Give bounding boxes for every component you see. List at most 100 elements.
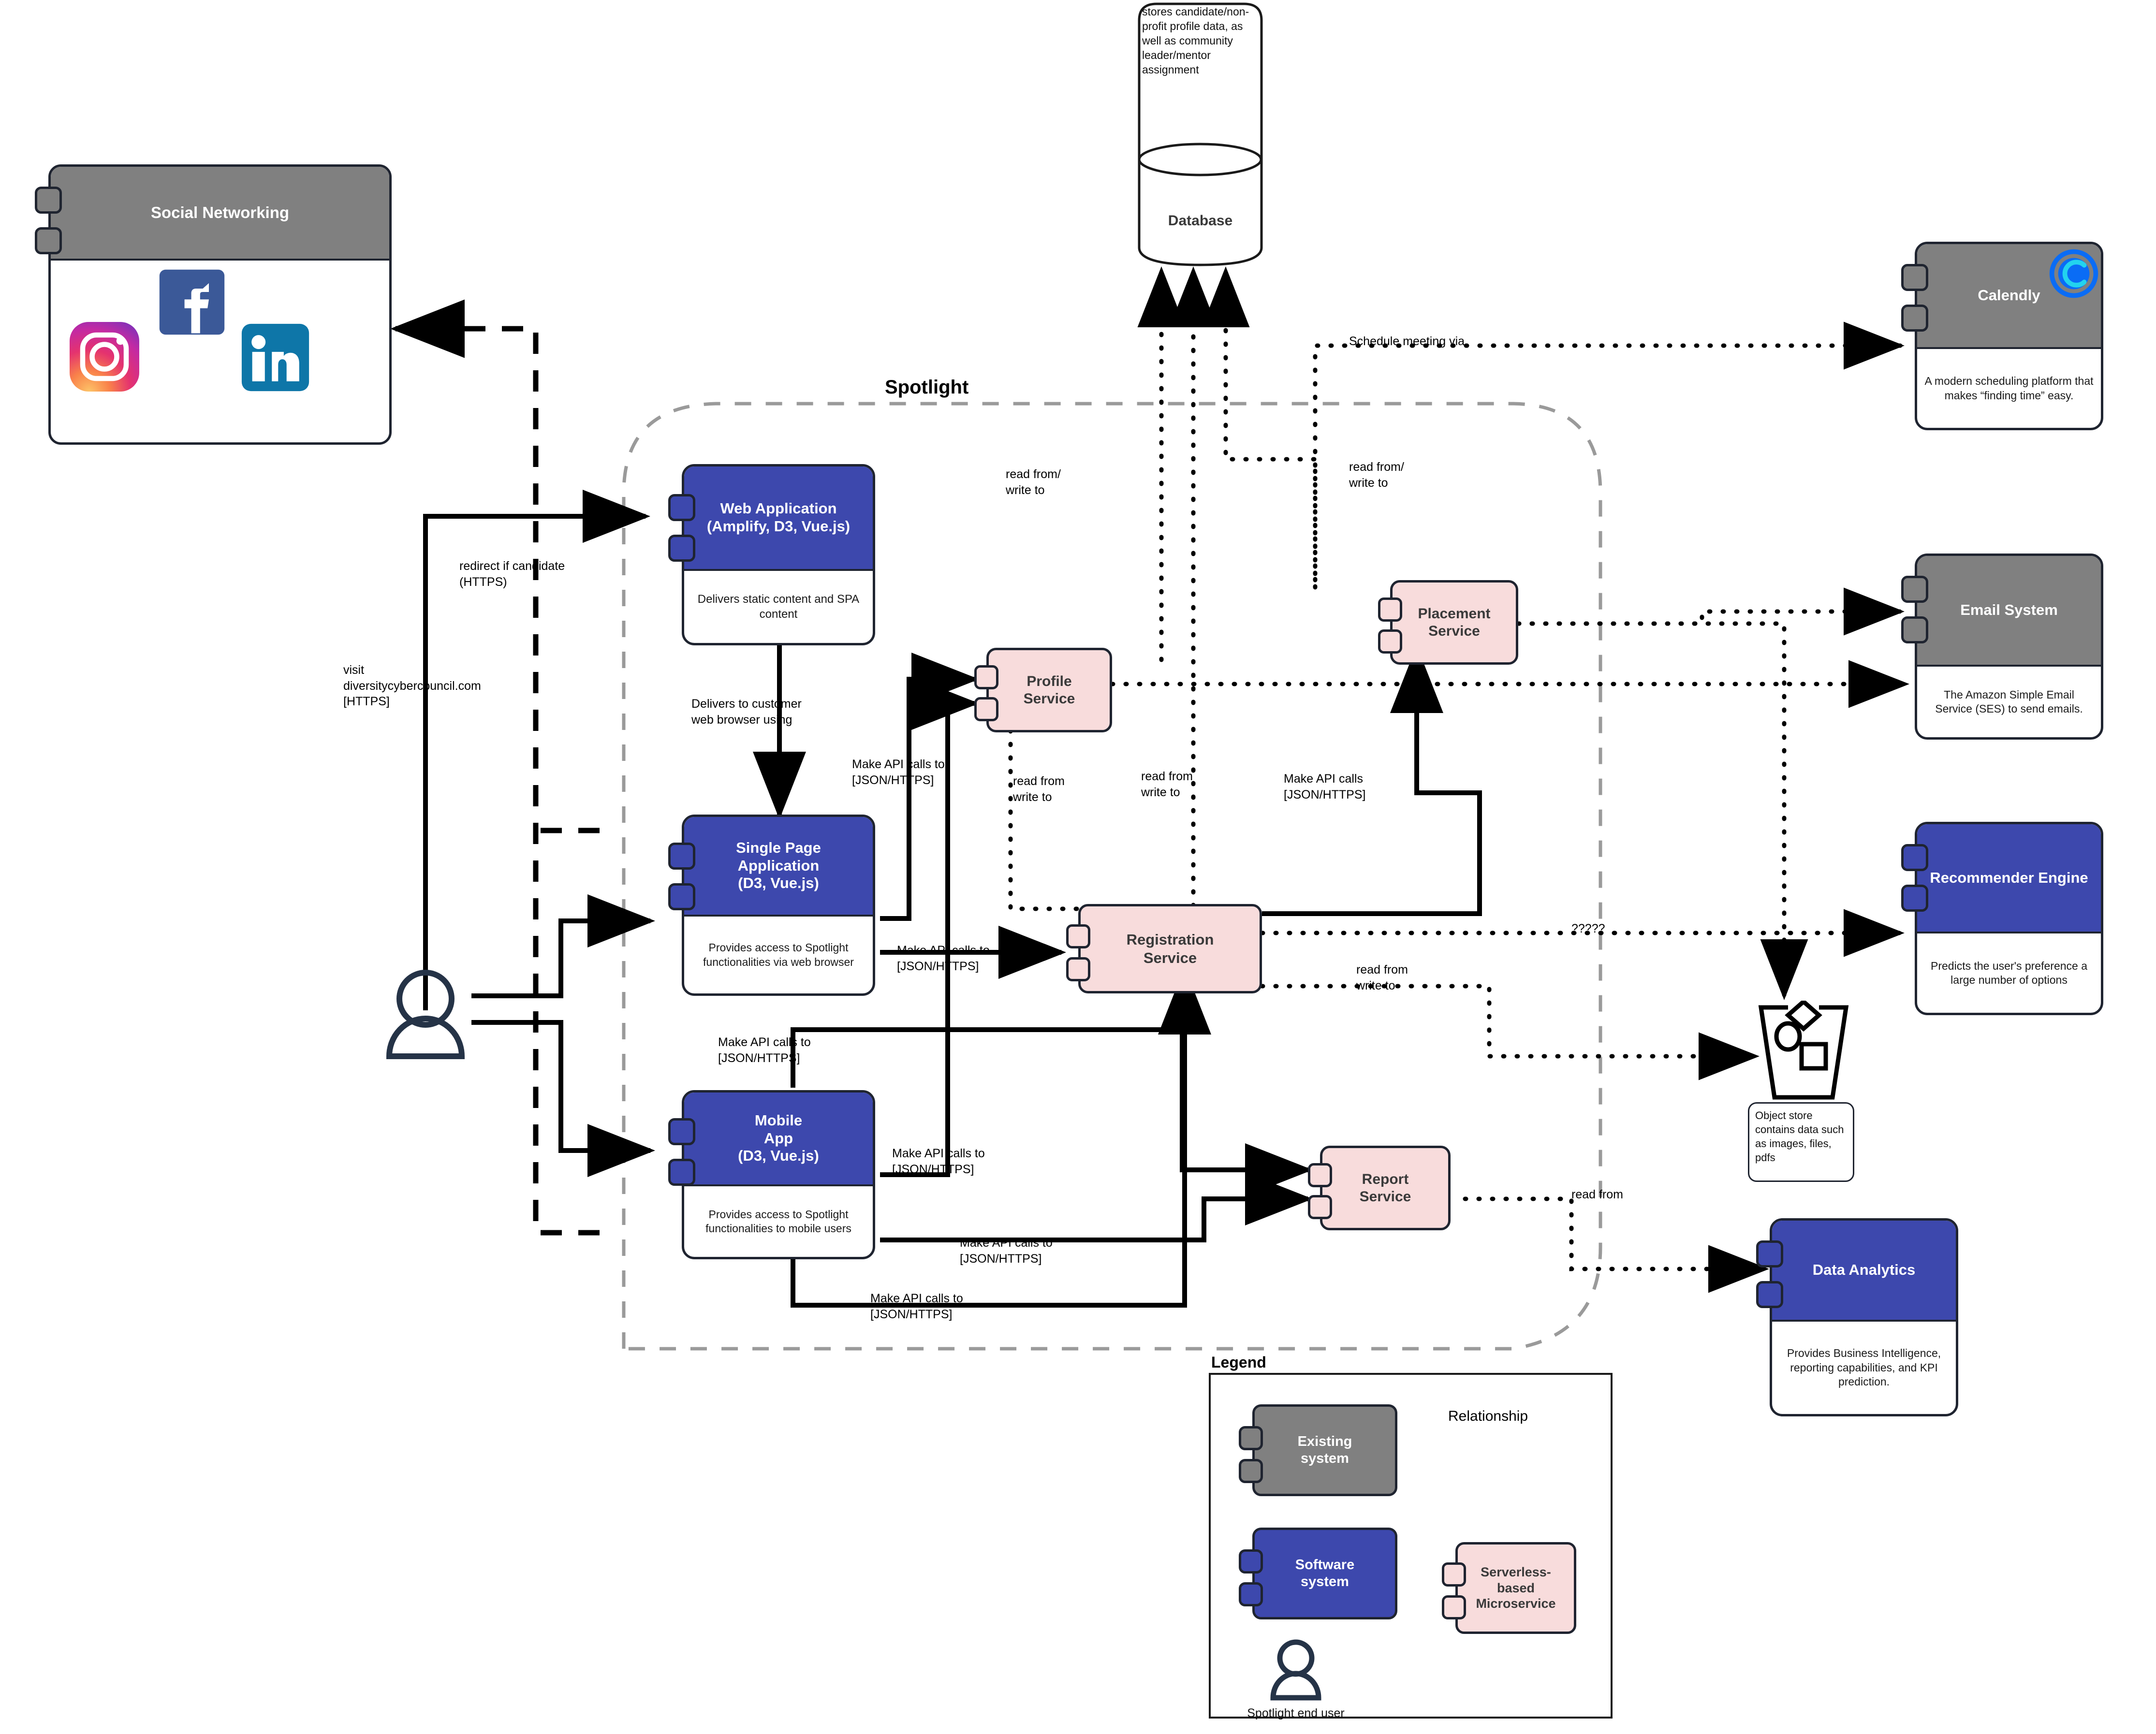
legend-software-nub-top <box>1239 1549 1263 1574</box>
edge-spa-profile <box>880 653 979 921</box>
architecture-diagram: stores candidate/non-profit profile data… <box>0 0 2156 1734</box>
legend-software-nub-bottom <box>1239 1582 1263 1606</box>
edge-placement-objectstore <box>1516 621 1808 1000</box>
legend-title: Legend <box>1211 1354 1266 1371</box>
database-note: stores candidate/non-profit profile data… <box>1142 5 1249 76</box>
data-analytics-title: Data Analytics <box>1772 1221 1956 1322</box>
microservice-report-service[interactable]: Report Service <box>1308 1146 1451 1230</box>
object-store-bucket-icon <box>1758 1001 1849 1100</box>
port-nub-top <box>1308 1163 1332 1187</box>
legend-existing-nub-bottom <box>1239 1459 1263 1483</box>
port-nub-top <box>1066 924 1090 948</box>
recommender-engine-description: Predicts the user's preference a large n… <box>1931 959 2087 986</box>
label-api-mobile-registration-top: Make API calls to [JSON/HTTPS] <box>718 1035 811 1065</box>
label-report-read-from: read from <box>1571 1188 1623 1201</box>
label-api-spa-profile: Make API calls to [JSON/HTTPS] <box>852 758 945 787</box>
linkedin-logo <box>241 323 309 392</box>
social-networking-body: Social Networking <box>48 164 392 445</box>
external-system-data-analytics[interactable]: Data Analytics Provides Business Intelli… <box>1756 1218 1958 1416</box>
label-unknown-relationship: ????? <box>1571 922 1605 935</box>
port-nub-bottom <box>1756 1281 1783 1308</box>
report-service-title: Report Service <box>1320 1146 1451 1230</box>
port-nub-bottom <box>1066 957 1090 981</box>
object-store-note: Object store contains data such as image… <box>1748 1102 1854 1182</box>
port-nub-bottom <box>1901 616 1928 643</box>
label-db-profile-down: read from write to <box>1013 774 1065 804</box>
edge-placement-email <box>1516 587 1905 636</box>
legend-existing-nub-top <box>1239 1426 1263 1450</box>
microservice-registration-service[interactable]: Registration Service <box>1066 904 1262 993</box>
legend-microservice-nub-top <box>1442 1562 1466 1587</box>
microservice-profile-service[interactable]: Profile Service <box>974 648 1112 732</box>
spotlight-boundary-title: Spotlight <box>885 377 969 398</box>
port-nub-top <box>668 494 695 521</box>
database-node: stores candidate/non-profit profile data… <box>1136 0 1264 268</box>
port-nub-bottom <box>668 1159 695 1186</box>
label-delivers-browser: Delivers to customer web browser using <box>691 697 802 727</box>
person-actor <box>386 970 465 1059</box>
data-analytics-description: Provides Business Intelligence, reportin… <box>1787 1347 1941 1388</box>
container-web-application[interactable]: Web Application (Amplify, D3, Vue.js) De… <box>668 464 875 645</box>
email-system-title: Email System <box>1917 556 2101 667</box>
microservice-placement-service[interactable]: Placement Service <box>1378 580 1518 665</box>
legend-software-system-label: Software system <box>1295 1557 1355 1589</box>
legend-software-system-chip: Software system <box>1252 1528 1397 1619</box>
label-db-registration-down: read from write to <box>1141 770 1193 799</box>
edge-user-spa <box>471 894 655 998</box>
web-application-body: Web Application (Amplify, D3, Vue.js) De… <box>682 464 875 645</box>
profile-service-title: Profile Service <box>986 648 1112 732</box>
port-nub-top <box>668 1118 695 1145</box>
external-system-email[interactable]: Email System The Amazon Simple Email Ser… <box>1901 554 2103 740</box>
container-mobile-app[interactable]: Mobile App (D3, Vue.js) Provides access … <box>668 1090 875 1259</box>
calendly-logo-icon <box>2049 249 2098 298</box>
mobile-app-description: Provides access to Spotlight functionali… <box>705 1208 851 1235</box>
legend-microservice-nub-bottom <box>1442 1595 1466 1619</box>
label-visit-site: visit diversitycybercouncil.com [HTTPS] <box>343 663 481 708</box>
facebook-logo <box>159 269 225 335</box>
port-nub-top <box>1378 597 1402 622</box>
port-nub-top <box>35 187 62 214</box>
label-api-spa-registration: Make API calls to [JSON/HTTPS] <box>897 944 990 973</box>
port-nub-bottom <box>35 227 62 254</box>
label-db-registration-store: read from write to <box>1356 963 1408 992</box>
external-system-recommender-engine[interactable]: Recommender Engine Predicts the user's p… <box>1901 822 2103 1015</box>
edge-registration-objectstore <box>1260 984 1760 1080</box>
container-single-page-application[interactable]: Single Page Application (D3, Vue.js) Pro… <box>668 815 875 996</box>
edge-report-analytics <box>1463 1196 1769 1293</box>
mobile-app-title: Mobile App (D3, Vue.js) <box>684 1093 873 1186</box>
legend-microservice-chip: Serverless- based Microservice <box>1455 1542 1576 1634</box>
label-db-profile: read from/ write to <box>1006 467 1061 497</box>
edge-user-mobile <box>471 1020 655 1177</box>
social-networking-logos <box>51 261 389 442</box>
label-api-mobile-profile: Make API calls to [JSON/HTTPS] <box>892 1147 985 1176</box>
recommender-engine-title: Recommender Engine <box>1917 824 2101 933</box>
web-application-title: Web Application (Amplify, D3, Vue.js) <box>684 466 873 571</box>
port-nub-top <box>1901 264 1928 291</box>
edge-user-webapp <box>423 490 650 1010</box>
label-api-mobile-registration-bottom: Make API calls to [JSON/HTTPS] <box>870 1292 963 1321</box>
legend-microservice-label: Serverless- based Microservice <box>1476 1565 1556 1611</box>
label-db-placement: read from/ write to <box>1349 460 1404 490</box>
external-system-calendly[interactable]: Calendly A modern scheduling platform th… <box>1901 242 2103 430</box>
legend-person-icon <box>1270 1639 1321 1701</box>
external-system-social-networking[interactable]: Social Networking <box>35 164 392 445</box>
legend-existing-system-label: Existing system <box>1297 1434 1352 1466</box>
port-nub-top <box>1901 844 1928 871</box>
data-analytics-body: Data Analytics Provides Business Intelli… <box>1770 1218 1958 1416</box>
label-redirect-candidate: redirect if candidate (HTTPS) <box>459 559 565 589</box>
port-nub-top <box>1901 576 1928 603</box>
edge-mobile-report-b <box>880 1172 1313 1242</box>
registration-service-title: Registration Service <box>1078 904 1262 993</box>
port-nub-bottom <box>668 535 695 562</box>
edge-placement-db <box>1202 266 1318 583</box>
port-nub-top <box>1756 1240 1783 1268</box>
instagram-logo <box>70 322 139 392</box>
legend-end-user-caption: Spotlight end user <box>1247 1706 1345 1720</box>
port-nub-top <box>974 665 998 689</box>
placement-service-title: Placement Service <box>1390 580 1518 665</box>
legend-relationship-title: Relationship <box>1448 1408 1528 1424</box>
port-nub-bottom <box>1901 885 1928 912</box>
web-application-description: Delivers static content and SPA content <box>697 592 860 621</box>
email-system-body: Email System The Amazon Simple Email Ser… <box>1915 554 2103 740</box>
port-nub-bottom <box>974 697 998 721</box>
